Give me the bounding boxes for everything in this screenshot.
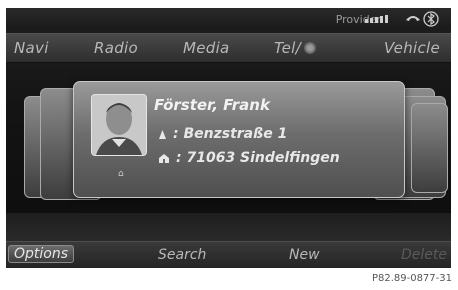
contact-card-next[interactable] xyxy=(411,103,448,193)
menu-item-radio[interactable]: Radio xyxy=(94,39,138,57)
bottom-menu-bar: Options Search New Delete xyxy=(6,241,451,268)
contact-city: : 71063 Sindelfingen xyxy=(176,150,340,166)
options-button[interactable]: Options xyxy=(8,245,75,263)
menu-item-tel[interactable]: Tel/ xyxy=(274,39,316,57)
menu-item-tel-label: Tel/ xyxy=(274,39,301,57)
handset-icon xyxy=(406,16,420,21)
menu-item-vehicle[interactable]: Vehicle xyxy=(384,39,440,57)
reflection-floor xyxy=(6,213,451,243)
signal-strength-icon xyxy=(365,15,397,23)
status-bar: Provider xyxy=(6,8,451,30)
contact-street: : Benzstraße 1 xyxy=(173,126,288,142)
phone-icon xyxy=(303,42,316,54)
contact-card-selected[interactable]: Förster, Frank : Benzstraße 1 : 71063 Si… xyxy=(73,81,405,198)
comand-display: Provider Navi Radio Media Tel/ Vehicle F… xyxy=(6,8,451,268)
street-line: : Benzstraße 1 xyxy=(158,126,287,142)
delete-button[interactable]: Delete xyxy=(401,247,447,263)
person-icon xyxy=(159,130,166,139)
new-button[interactable]: New xyxy=(289,247,320,263)
figure-code: P82.89-0877-31 xyxy=(371,273,452,284)
contact-photo xyxy=(91,94,147,156)
home-icon: ⌂ xyxy=(118,169,124,179)
city-line: : 71063 Sindelfingen xyxy=(158,150,340,166)
search-button[interactable]: Search xyxy=(158,247,206,263)
contact-name: Förster, Frank xyxy=(154,96,270,114)
house-icon xyxy=(159,154,169,163)
menu-item-media[interactable]: Media xyxy=(183,39,230,57)
main-menu-bar: Navi Radio Media Tel/ Vehicle xyxy=(6,33,451,63)
menu-item-navi[interactable]: Navi xyxy=(14,39,49,57)
bluetooth-icon xyxy=(423,11,439,27)
